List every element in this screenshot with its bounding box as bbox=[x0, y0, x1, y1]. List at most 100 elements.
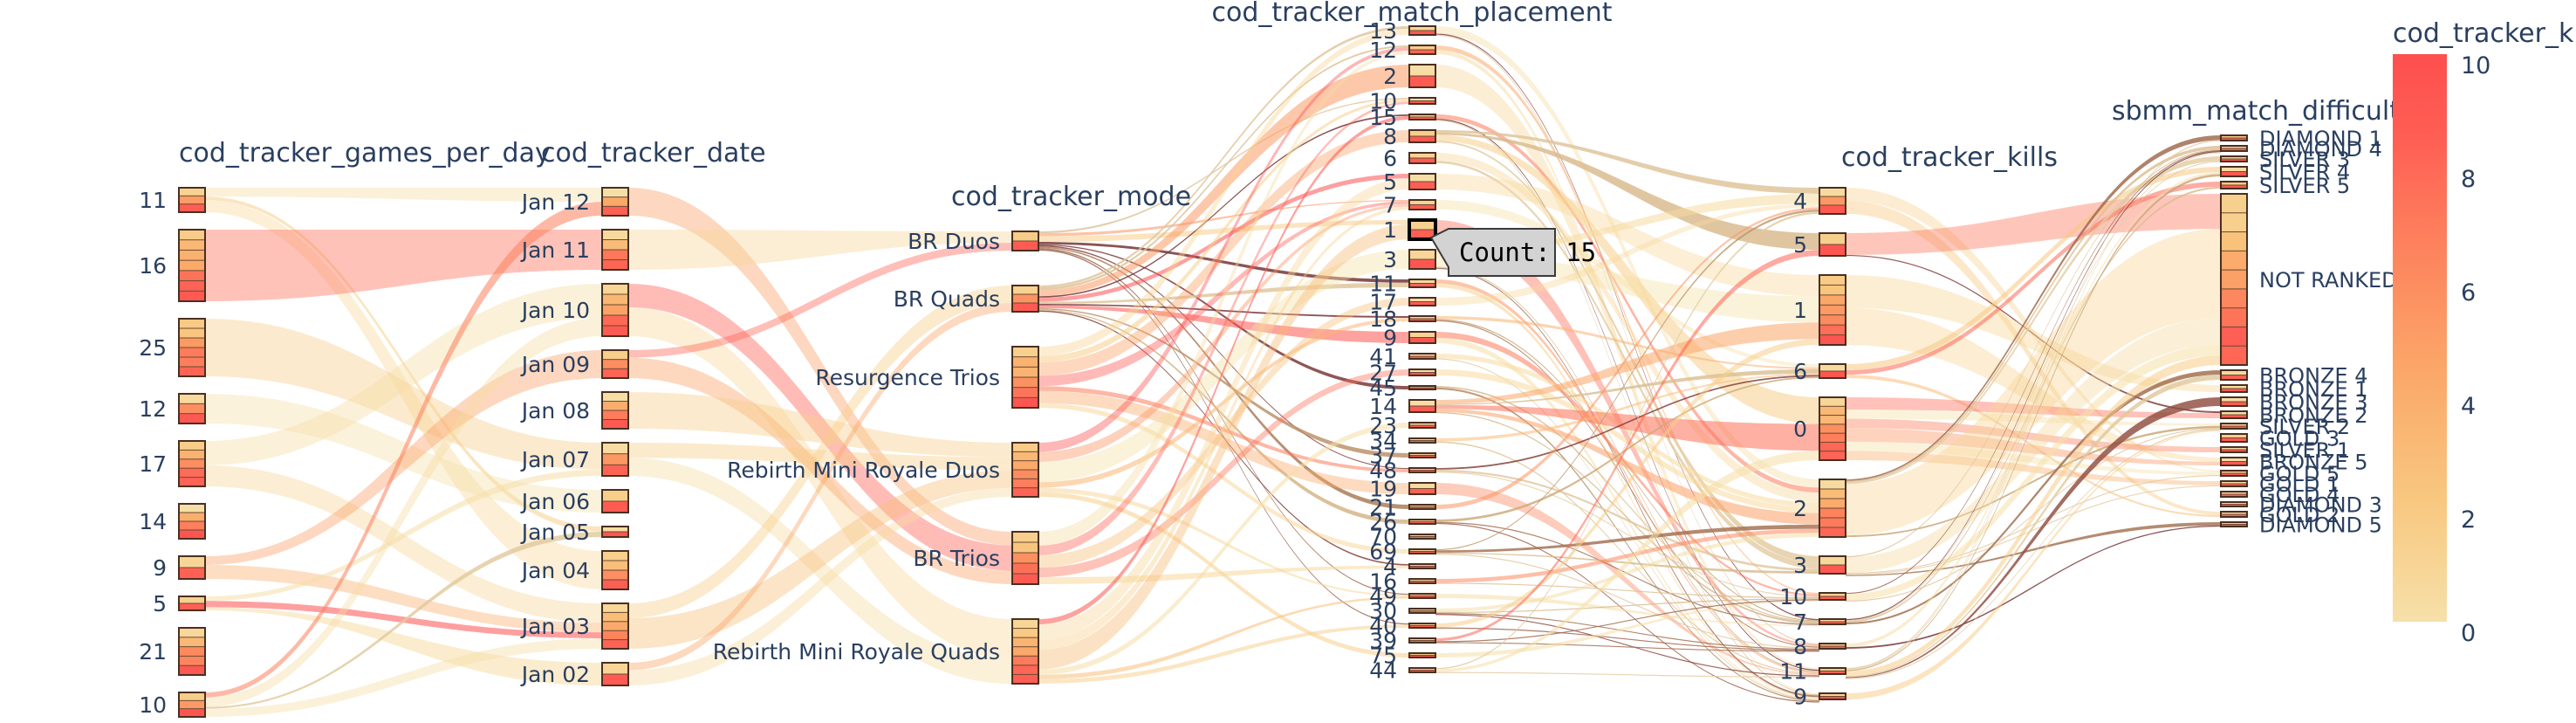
category-bar[interactable] bbox=[1819, 643, 1846, 650]
category-bar[interactable] bbox=[601, 550, 629, 590]
category-bar[interactable] bbox=[1819, 396, 1846, 461]
category-bar[interactable] bbox=[2220, 193, 2248, 366]
category-bar[interactable] bbox=[2220, 491, 2248, 498]
category-bar[interactable] bbox=[1819, 232, 1846, 257]
category-bar[interactable] bbox=[601, 526, 629, 538]
dimension-title[interactable]: cod_tracker_kills bbox=[1841, 142, 2058, 173]
category-bar[interactable] bbox=[1408, 297, 1436, 306]
category-bar[interactable] bbox=[2220, 166, 2248, 177]
category-bar[interactable] bbox=[1408, 519, 1436, 525]
category-bar[interactable] bbox=[178, 627, 206, 676]
category-bar[interactable] bbox=[601, 489, 629, 513]
category-bar[interactable] bbox=[1408, 64, 1436, 88]
category-bar[interactable] bbox=[601, 391, 629, 430]
category-bar[interactable] bbox=[1819, 363, 1846, 379]
category-bar[interactable] bbox=[2220, 511, 2248, 518]
category-bar[interactable] bbox=[1408, 623, 1436, 629]
category-bar[interactable] bbox=[1011, 618, 1039, 685]
category-bar[interactable] bbox=[1408, 399, 1436, 413]
colorbar[interactable]: cod_tracker_kills 10 8 6 4 2 0 bbox=[2393, 18, 2576, 647]
category-bar[interactable] bbox=[1408, 249, 1436, 270]
category-bar[interactable] bbox=[601, 662, 629, 686]
category-bar[interactable] bbox=[2220, 396, 2248, 407]
category-bar[interactable] bbox=[1408, 482, 1436, 495]
category-bar[interactable] bbox=[2220, 145, 2248, 152]
category-bar[interactable] bbox=[1408, 652, 1436, 658]
category-bar[interactable] bbox=[1819, 592, 1846, 601]
category-bar[interactable] bbox=[1408, 368, 1436, 376]
category-bar[interactable] bbox=[1408, 152, 1436, 164]
category-bar[interactable] bbox=[1408, 437, 1436, 444]
category-bar[interactable] bbox=[178, 318, 206, 377]
category-bar[interactable] bbox=[1408, 593, 1436, 599]
category-bar[interactable] bbox=[1819, 667, 1846, 675]
category-bar[interactable] bbox=[601, 187, 629, 217]
category-bar[interactable] bbox=[1408, 563, 1436, 569]
category-bar[interactable] bbox=[601, 442, 629, 477]
category-bar[interactable] bbox=[2220, 521, 2248, 527]
category-bar[interactable] bbox=[1408, 353, 1436, 360]
dimension-title[interactable]: cod_tracker_match_placement bbox=[1211, 0, 1612, 28]
category-bar[interactable] bbox=[2220, 446, 2248, 453]
category-bar[interactable] bbox=[178, 393, 206, 424]
category-bar[interactable] bbox=[2220, 369, 2248, 381]
category-bar[interactable] bbox=[1408, 608, 1436, 614]
category-bar[interactable] bbox=[1408, 129, 1436, 143]
category-bar[interactable] bbox=[601, 602, 629, 650]
category-bar[interactable] bbox=[1011, 231, 1039, 251]
ribbon[interactable] bbox=[1435, 671, 1819, 678]
category-bar[interactable] bbox=[178, 440, 206, 487]
category-bar[interactable] bbox=[1819, 555, 1846, 575]
category-bar[interactable] bbox=[2220, 501, 2248, 507]
category-bar[interactable] bbox=[178, 503, 206, 540]
dimension-title[interactable]: cod_tracker_date bbox=[541, 138, 766, 169]
category-bar[interactable] bbox=[178, 555, 206, 580]
category-bar[interactable] bbox=[1408, 173, 1436, 190]
category-bar[interactable] bbox=[1408, 331, 1436, 344]
category-bar[interactable] bbox=[1408, 422, 1436, 429]
category-bar[interactable] bbox=[2220, 410, 2248, 419]
category-bar[interactable] bbox=[1408, 97, 1436, 105]
category-bar[interactable] bbox=[2220, 181, 2248, 189]
category-bar[interactable] bbox=[1408, 578, 1436, 584]
category-bar[interactable] bbox=[2220, 384, 2248, 393]
category-bar[interactable] bbox=[1408, 637, 1436, 644]
category-bar[interactable] bbox=[1819, 479, 1846, 538]
category-bar[interactable] bbox=[1408, 534, 1436, 540]
category-bar[interactable] bbox=[178, 187, 206, 213]
category-bar[interactable] bbox=[1011, 346, 1039, 409]
category-bar[interactable] bbox=[178, 596, 206, 611]
category-bar[interactable] bbox=[2220, 423, 2248, 430]
category-bar[interactable] bbox=[1408, 315, 1436, 322]
category-bar[interactable] bbox=[1408, 452, 1436, 458]
category-bar[interactable] bbox=[601, 229, 629, 271]
category-bar[interactable] bbox=[178, 692, 206, 718]
category-bar[interactable] bbox=[1408, 504, 1436, 510]
category-bar[interactable] bbox=[178, 229, 206, 302]
category-bar[interactable] bbox=[1819, 618, 1846, 625]
category-bar[interactable] bbox=[1819, 692, 1846, 700]
category-bar[interactable] bbox=[601, 349, 629, 379]
ribbon[interactable] bbox=[1038, 98, 1409, 234]
category-bar[interactable] bbox=[1408, 45, 1436, 55]
category-bar[interactable] bbox=[1011, 531, 1039, 585]
category-bar[interactable] bbox=[1408, 114, 1436, 120]
category-bar[interactable] bbox=[1408, 667, 1436, 673]
category-bar[interactable] bbox=[1408, 467, 1436, 473]
category-bar[interactable] bbox=[2220, 480, 2248, 487]
dimension-title[interactable]: cod_tracker_games_per_day bbox=[179, 138, 551, 169]
category-bar[interactable] bbox=[2220, 470, 2248, 477]
category-bar[interactable] bbox=[1408, 548, 1436, 554]
category-bar[interactable] bbox=[2220, 433, 2248, 443]
category-bar[interactable] bbox=[1408, 279, 1436, 288]
category-bar[interactable] bbox=[1011, 285, 1039, 313]
category-bar[interactable] bbox=[1408, 199, 1436, 210]
category-bar[interactable] bbox=[1011, 442, 1039, 498]
dimension-title[interactable]: cod_tracker_mode bbox=[951, 182, 1191, 212]
category-bar[interactable] bbox=[1408, 385, 1436, 390]
category-bar[interactable] bbox=[601, 283, 629, 337]
category-bar[interactable] bbox=[2220, 457, 2248, 466]
category-bar[interactable] bbox=[1819, 274, 1846, 346]
dimension-title[interactable]: sbmm_match_difficulty bbox=[2112, 96, 2415, 127]
category-bar[interactable] bbox=[2220, 155, 2248, 162]
